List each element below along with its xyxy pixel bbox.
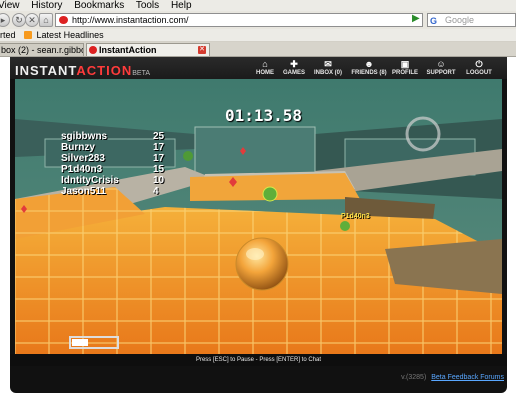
game-hint: Press [ESC] to Pause - Press [ENTER] to … xyxy=(10,354,507,366)
instantaction-logo[interactable]: INSTANTACTIONBETA xyxy=(15,63,150,78)
page-content: INSTANTACTIONBETA ⌂ HOME ✚ GAMES ✉ INBOX (0… xyxy=(0,57,516,400)
player-tag-opponent: P1d40n3 xyxy=(341,213,370,220)
power-icon: ⏻ xyxy=(475,59,483,69)
site-footer: v.(3285) Beta Feedback Forums xyxy=(10,371,504,385)
nav-label: FRIENDS (8) xyxy=(351,70,387,76)
menu-history[interactable]: History xyxy=(31,0,62,11)
friends-icon: ☻ xyxy=(364,59,374,69)
gamepad-icon: ✚ xyxy=(290,59,298,69)
nav-support[interactable]: ☺ SUPPORT xyxy=(422,59,460,76)
close-tab-icon[interactable]: ✕ xyxy=(198,46,206,54)
tab-inbox[interactable]: box (2) - sean.r.gibbons@... xyxy=(0,43,84,56)
address-text: http://www.instantaction.com/ xyxy=(72,15,189,25)
logo-accent: ACTION xyxy=(76,63,133,78)
address-bar[interactable]: http://www.instantaction.com/ xyxy=(55,13,423,27)
google-icon: G xyxy=(430,16,438,26)
menu-bookmarks[interactable]: Bookmarks xyxy=(74,0,124,11)
logo-beta: BETA xyxy=(132,70,151,77)
support-icon: ☺ xyxy=(436,59,446,69)
search-placeholder: Google xyxy=(445,15,475,25)
player-score: 17 xyxy=(153,153,165,164)
nav-label: PROFILE xyxy=(391,70,418,76)
tab-label: box (2) - sean.r.gibbons@... xyxy=(1,45,83,55)
forward-button[interactable]: ▸ xyxy=(0,13,10,27)
scoreboard-row: Burnzy 17 xyxy=(58,142,168,153)
tab-label: InstantAction xyxy=(99,45,157,55)
player-score: 15 xyxy=(153,164,165,175)
scoreboard-row: sgibbwns 25 xyxy=(58,131,168,142)
menu-view[interactable]: View xyxy=(0,0,20,11)
bookmark-getting-started[interactable]: rted xyxy=(0,30,16,40)
player-score: 10 xyxy=(153,175,165,186)
scoreboard-row: Silver283 17 xyxy=(58,153,168,164)
instantaction-site: INSTANTACTIONBETA ⌂ HOME ✚ GAMES ✉ INBOX (0… xyxy=(10,57,507,393)
scoreboard-row: Jason511 4 xyxy=(58,186,168,197)
nav-label: LOGOUT xyxy=(466,70,492,76)
player-score: 25 xyxy=(153,131,165,142)
navigation-toolbar: ▸ ↻ ✕ ⌂ http://www.instantaction.com/ ▶ … xyxy=(0,11,516,30)
powerup-meter-fill xyxy=(72,339,88,346)
scoreboard-row: P1d40n3 15 xyxy=(58,164,168,175)
nav-profile[interactable]: ▣ PROFILE xyxy=(386,59,424,76)
search-box[interactable]: G Google xyxy=(427,13,516,27)
rss-feed-icon xyxy=(24,31,33,39)
nav-label: INBOX (0) xyxy=(313,70,342,76)
game-viewport[interactable]: 01:13.58 sgibbwns 25 Burnzy 17 Silver283 17… xyxy=(15,79,502,354)
version-label: v.(3285) xyxy=(401,374,427,381)
player-name: Jason511 xyxy=(61,186,107,197)
site-favicon-icon xyxy=(59,16,68,24)
home-icon: ⌂ xyxy=(262,59,268,69)
reload-button[interactable]: ↻ xyxy=(12,13,26,27)
tab-instantaction[interactable]: InstantAction ✕ xyxy=(86,43,210,56)
nav-label: GAMES xyxy=(282,70,305,76)
player-name: P1d40n3 xyxy=(61,164,103,175)
player-score: 4 xyxy=(153,186,159,197)
player-name: sgibbwns xyxy=(61,131,108,142)
nav-games[interactable]: ✚ GAMES xyxy=(275,59,313,76)
player-score: 17 xyxy=(153,142,165,153)
powerup-meter xyxy=(69,336,119,349)
nav-label: SUPPORT xyxy=(426,70,456,76)
instantaction-favicon-icon xyxy=(89,46,97,54)
go-arrow-icon[interactable]: ▶ xyxy=(412,14,422,24)
player-name: IdntityCrisis xyxy=(61,175,119,186)
nav-inbox[interactable]: ✉ INBOX (0) xyxy=(309,59,347,76)
bookmark-latest-headlines[interactable]: Latest Headlines xyxy=(37,30,104,40)
bookmarks-toolbar: rted Latest Headlines xyxy=(0,29,516,42)
profile-icon: ▣ xyxy=(400,59,410,69)
stop-button[interactable]: ✕ xyxy=(25,13,39,27)
beta-feedback-link[interactable]: Beta Feedback Forums xyxy=(431,374,504,381)
menu-help[interactable]: Help xyxy=(171,0,192,11)
match-timer: 01:13.58 xyxy=(225,106,303,125)
nav-logout[interactable]: ⏻ LOGOUT xyxy=(460,59,498,76)
home-button[interactable]: ⌂ xyxy=(39,13,53,27)
mail-icon: ✉ xyxy=(324,59,332,69)
menu-tools[interactable]: Tools xyxy=(136,0,159,11)
scoreboard: sgibbwns 25 Burnzy 17 Silver283 17 P1d40n3 1… xyxy=(58,131,168,197)
player-name: Silver283 xyxy=(61,153,105,164)
menu-bar: View History Bookmarks Tools Help xyxy=(0,0,516,11)
nav-friends[interactable]: ☻ FRIENDS (8) xyxy=(350,59,388,76)
tab-bar: box (2) - sean.r.gibbons@... InstantActi… xyxy=(0,42,516,57)
scoreboard-row: IdntityCrisis 10 xyxy=(58,175,168,186)
nav-label: HOME xyxy=(256,70,274,76)
player-name: Burnzy xyxy=(61,142,95,153)
logo-text: INSTANT xyxy=(15,63,77,78)
